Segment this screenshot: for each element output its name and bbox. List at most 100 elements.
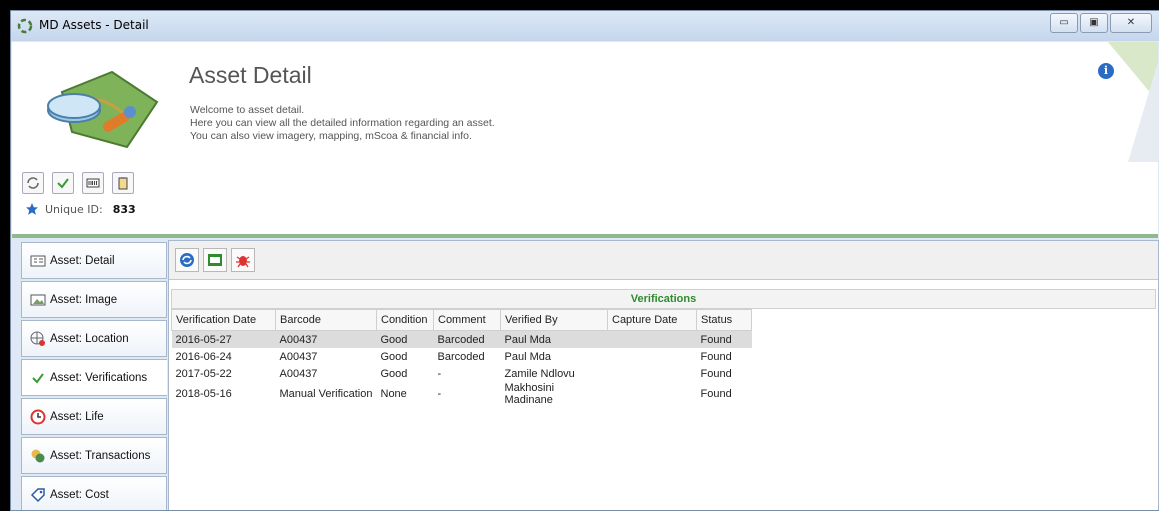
check-icon	[32, 372, 44, 384]
clipboard-icon	[118, 177, 128, 190]
table-cell	[608, 348, 697, 365]
column-header[interactable]: Comment	[433, 309, 501, 331]
window-title: MD Assets - Detail	[39, 18, 149, 32]
table-cell: Good	[380, 350, 408, 363]
unique-id: Unique ID: 833	[25, 202, 136, 216]
clock-icon	[30, 409, 46, 424]
table-header-row: Verification Date Barcode Condition Comm…	[171, 309, 752, 331]
table-cell: Good	[376, 330, 434, 348]
refresh-button[interactable]	[22, 172, 44, 194]
table-row[interactable]: 2016-06-24 A00437 Good Barcoded Paul Mda…	[172, 348, 752, 365]
maximize-button[interactable]: ▣	[1080, 13, 1108, 33]
barcode-icon	[86, 178, 100, 188]
verifications-table: Verification Date Barcode Condition Comm…	[171, 309, 752, 406]
table-cell: Found	[700, 388, 732, 400]
sidebar-item-image[interactable]: Asset: Image	[21, 281, 167, 318]
check-icon	[57, 178, 69, 189]
verifications-grid: Verifications Verification Date Barcode …	[171, 289, 1156, 406]
table-cell: 2018-05-16	[175, 388, 232, 400]
table-cell: None	[380, 388, 407, 400]
sidebar-item-label: Asset: Cost	[50, 488, 109, 501]
table-cell: Zamile Ndlovu	[504, 367, 575, 380]
sidebar-item-label: Asset: Image	[50, 293, 118, 306]
description-line: Here you can view all the detailed infor…	[190, 117, 495, 129]
sidebar-item-transactions[interactable]: Asset: Transactions	[21, 437, 167, 474]
decorative-corner-graphic	[1108, 42, 1158, 162]
bug-icon	[236, 256, 250, 268]
verifications-panel: Verifications Verification Date Barcode …	[168, 240, 1159, 510]
export-xls-button[interactable]	[203, 248, 227, 272]
table-cell	[608, 382, 697, 406]
refresh-icon	[180, 253, 194, 267]
sidebar-item-label: Asset: Verifications	[50, 371, 148, 384]
sidebar-item-label: Asset: Location	[50, 332, 129, 345]
barcode-button[interactable]	[82, 172, 104, 194]
unique-id-value: 833	[112, 202, 136, 216]
sidebar-item-label: Asset: Life	[50, 410, 104, 423]
table-cell: Found	[700, 367, 732, 380]
title-bar: MD Assets - Detail ▭ ▣ ✕	[11, 11, 1159, 41]
table-cell: Good	[380, 367, 408, 380]
close-button[interactable]: ✕	[1110, 13, 1152, 33]
sidebar-item-detail[interactable]: Asset: Detail	[21, 242, 167, 279]
table-cell: -	[437, 388, 442, 400]
table-cell: A00437	[279, 367, 318, 380]
grid-toolbar	[169, 241, 1158, 280]
header-description: Welcome to asset detail. Here you can vi…	[190, 104, 495, 143]
tag-icon	[30, 487, 45, 502]
table-cell: 2017-05-22	[175, 367, 232, 380]
grid-title: Verifications	[171, 289, 1156, 309]
table-row[interactable]: 2017-05-22 A00437 Good - Zamile Ndlovu F…	[172, 365, 752, 382]
star-icon	[26, 203, 38, 215]
sidebar-item-label: Asset: Detail	[50, 254, 115, 267]
table-cell: Found	[700, 350, 732, 363]
column-header[interactable]: Verified By	[500, 309, 608, 331]
table-cell: 2016-06-24	[175, 350, 232, 363]
table-cell: Found	[696, 330, 752, 348]
unique-id-label: Unique ID:	[45, 202, 103, 216]
app-logo-icon	[17, 18, 33, 34]
asset-header: Asset Detail Welcome to asset detail. He…	[12, 42, 1158, 234]
table-cell: Paul Mda	[504, 350, 551, 363]
table-cell: Barcoded	[437, 350, 485, 363]
sidebar-nav: Asset: Detail Asset: Image Asset: Locati…	[21, 242, 167, 510]
page-title: Asset Detail	[189, 62, 312, 88]
description-line: You can also view imagery, mapping, mSco…	[190, 130, 472, 142]
detail-card-icon	[30, 255, 46, 266]
sidebar-item-label: Asset: Transactions	[50, 449, 151, 462]
minimize-button[interactable]: ▭	[1050, 13, 1078, 33]
column-header[interactable]: Condition	[376, 309, 434, 331]
clipboard-button[interactable]	[112, 172, 134, 194]
table-cell: Makhosini Madinane	[504, 382, 555, 406]
grid-refresh-button[interactable]	[175, 248, 199, 272]
bug-report-button[interactable]	[231, 248, 255, 272]
table-cell: Barcoded	[433, 330, 501, 348]
refresh-icon	[27, 177, 39, 189]
description-line: Welcome to asset detail.	[190, 104, 305, 116]
table-row[interactable]: 2018-05-16 Manual Verification None - Ma…	[172, 382, 752, 406]
column-header[interactable]: Verification Date	[171, 309, 276, 331]
column-header[interactable]: Capture Date	[607, 309, 697, 331]
column-header[interactable]: Barcode	[275, 309, 377, 331]
sidebar-item-life[interactable]: Asset: Life	[21, 398, 167, 435]
table-row[interactable]: 2016-05-27 A00437 Good Barcoded Paul Mda…	[171, 330, 752, 348]
sidebar-item-location[interactable]: Asset: Location	[21, 320, 167, 357]
table-cell: Manual Verification	[279, 388, 373, 400]
export-xls-icon	[208, 254, 222, 266]
table-cell: -	[437, 367, 442, 380]
sidebar-item-cost[interactable]: Asset: Cost	[21, 476, 167, 510]
verify-button[interactable]	[52, 172, 74, 194]
table-cell	[607, 330, 697, 348]
table-cell: A00437	[275, 330, 377, 348]
table-cell: Paul Mda	[500, 330, 608, 348]
asset-map-logo-icon	[47, 70, 159, 149]
app-window: MD Assets - Detail ▭ ▣ ✕ Asset Detail We…	[10, 10, 1159, 511]
globe-pin-icon	[30, 331, 45, 346]
table-cell	[608, 365, 697, 382]
sidebar-item-verifications[interactable]: Asset: Verifications	[21, 359, 167, 396]
column-header[interactable]: Status	[696, 309, 752, 331]
image-icon	[30, 294, 46, 305]
coins-icon	[31, 449, 45, 462]
header-divider	[12, 234, 1158, 238]
table-cell: A00437	[279, 350, 318, 363]
